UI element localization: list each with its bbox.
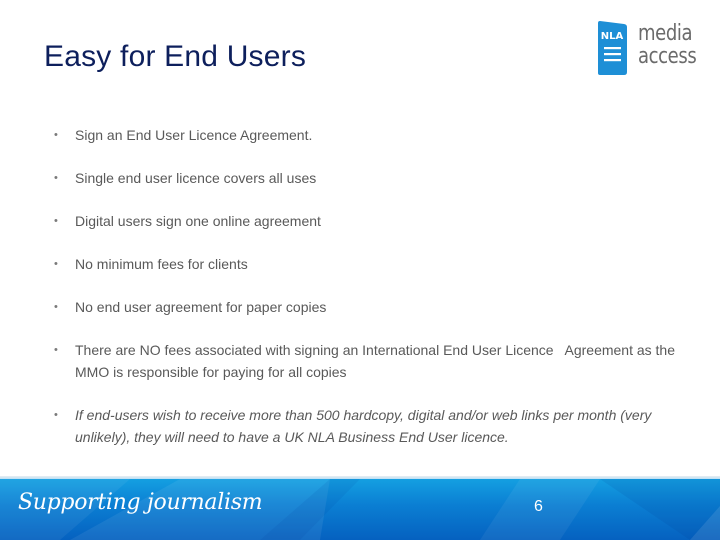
bullet-item: • No end user agreement for paper copies [52,296,702,318]
bullet-text: Digital users sign one online agreement [75,213,321,229]
nla-media-access-logo: NLA media access [596,20,706,80]
footer-tagline: Supporting journalism [18,490,263,515]
bullet-item: • If end-users wish to receive more than… [52,404,702,448]
page-number: 6 [534,498,543,515]
bullet-text: If end-users wish to receive more than 5… [75,407,652,445]
bullet-dot-icon: • [54,129,58,141]
logo-word-media: media [638,21,693,46]
bullet-text: Single end user licence covers all uses [75,170,317,186]
bullet-list: • Sign an End User Licence Agreement. • … [52,124,702,448]
bullet-dot-icon: • [54,301,58,313]
bullet-text: Sign an End User Licence Agreement. [75,127,313,143]
bullet-text: No minimum fees for clients [75,256,248,272]
bullet-item: • No minimum fees for clients [52,253,702,275]
bullet-text: No end user agreement for paper copies [75,299,327,315]
slide: Easy for End Users NLA media access • Si… [0,0,720,540]
logo-wordmark: media access [638,21,697,69]
bullet-item: • Single end user licence covers all use… [52,167,702,189]
footer-banner: Supporting journalism 6 [0,476,720,540]
bullet-item: • Digital users sign one online agreemen… [52,210,702,232]
bullet-dot-icon: • [54,258,58,270]
bullet-dot-icon: • [54,172,58,184]
bullet-dot-icon: • [54,215,58,227]
logo-word-access: access [638,44,697,69]
bullet-text: There are NO fees associated with signin… [75,342,679,380]
bullet-dot-icon: • [54,344,58,356]
bullet-item: • There are NO fees associated with sign… [52,339,702,383]
bullet-item: • Sign an End User Licence Agreement. [52,124,702,146]
slide-title: Easy for End Users [44,40,307,73]
nla-document-icon: NLA [598,21,627,75]
bullet-dot-icon: • [54,409,58,421]
logo-badge-text: NLA [601,31,624,42]
